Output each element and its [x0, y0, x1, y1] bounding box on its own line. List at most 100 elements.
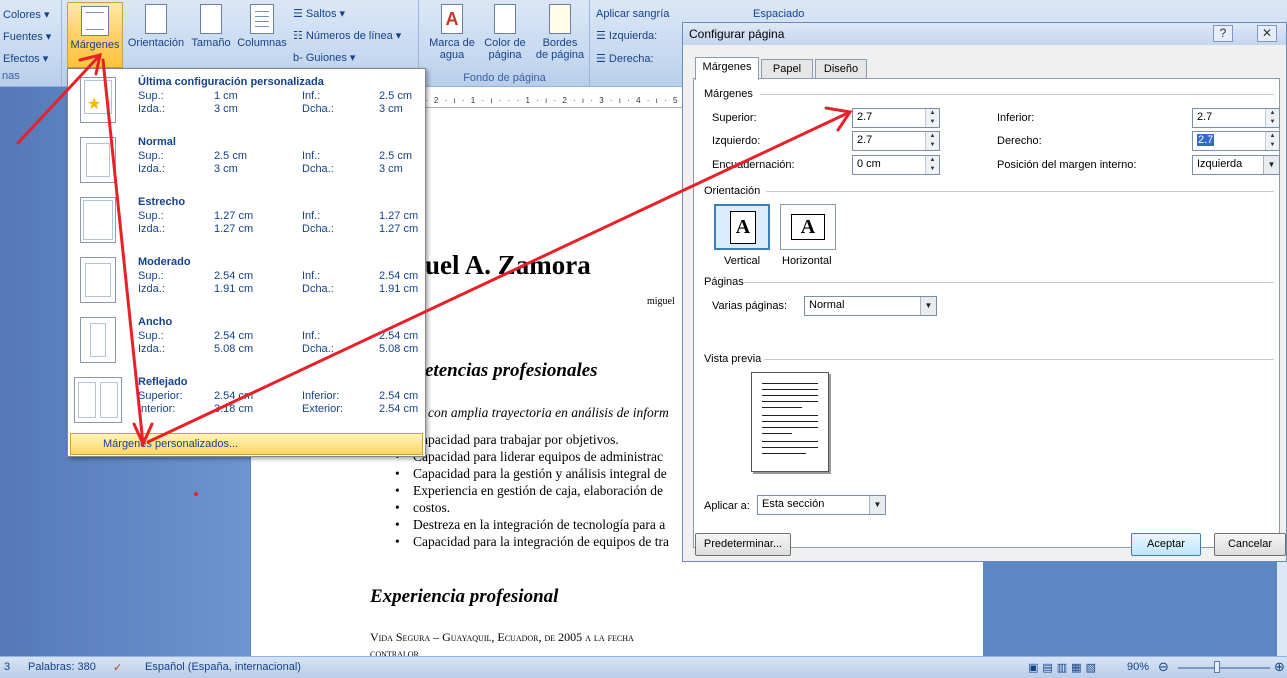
custom-margins-menu-item[interactable]: Márgenes personalizados...	[70, 433, 423, 455]
spin-arrows-icon[interactable]: ▲ ▼	[925, 156, 939, 174]
size-button[interactable]: Tamaño	[189, 4, 233, 49]
preset-value-top: 1.27 cm	[214, 210, 254, 222]
top-margin-input[interactable]: 2.7 ▲ ▼	[852, 108, 940, 128]
multiple-pages-select[interactable]: Normal ▼	[804, 296, 937, 316]
line-numbers-button[interactable]: ☷ Números de línea ▾	[293, 29, 401, 42]
theme-fonts-button[interactable]: Fuentes ▾	[3, 30, 51, 43]
orientation-icon	[145, 4, 167, 34]
preset-value-outer: 2.54 cm	[379, 403, 419, 415]
apply-to-select[interactable]: Esta sección ▼	[757, 495, 886, 515]
preset-value-right: 1.27 cm	[379, 223, 419, 235]
margin-preset-narrow[interactable]: Estrecho Sup.: 1.27 cm Inf.: 1.27 cm Izd…	[68, 191, 425, 251]
view-buttons[interactable]: ▣▤▥▦▧	[1028, 661, 1100, 674]
doc-job-line: Vida Segura – Guayaquil, Ecuador, de 200…	[370, 630, 634, 644]
margins-dropdown: ★ Última configuración personalizada Sup…	[67, 68, 426, 457]
list-item: Capacidad para la gestión y análisis int…	[391, 465, 683, 482]
indent-right-field[interactable]: ☰ Derecha:	[596, 52, 654, 65]
columns-button[interactable]: Columnas	[235, 4, 289, 49]
status-page[interactable]: 3	[4, 661, 10, 673]
chevron-down-icon[interactable]: ▼	[1263, 156, 1279, 174]
preset-label-left: Izda.:	[138, 343, 165, 355]
dialog-titlebar: Configurar página ? ✕	[683, 23, 1286, 45]
breaks-button[interactable]: ☰ Saltos ▾	[293, 7, 345, 20]
preset-value-left: 1.27 cm	[214, 223, 254, 235]
zoom-in-icon[interactable]: ⊕	[1274, 659, 1285, 675]
watermark-icon: A	[441, 4, 463, 34]
preset-label-left: Izda.:	[138, 223, 165, 235]
theme-colors-button[interactable]: Colores ▾	[3, 8, 49, 21]
tab-paper[interactable]: Papel	[761, 59, 813, 79]
preset-name: Última configuración personalizada	[138, 76, 324, 88]
orientation-section-title: Orientación	[704, 185, 1274, 197]
list-item: Capacidad para trabajar por objetivos.	[391, 431, 683, 448]
vertical-scrollbar[interactable]	[1277, 562, 1287, 656]
page-borders-button[interactable]: Bordes de página	[532, 4, 588, 61]
margin-preset-last-custom[interactable]: ★ Última configuración personalizada Sup…	[68, 71, 425, 131]
preset-label-top: Sup.:	[138, 210, 164, 222]
indent-left-field[interactable]: ☰ Izquierda:	[596, 29, 657, 42]
hyphenation-button[interactable]: b‑ Guiones ▾	[293, 51, 355, 64]
breaks-icon: ☰	[293, 8, 306, 20]
orientation-landscape-button[interactable]: A	[780, 204, 836, 250]
page-borders-label-2: de página	[535, 49, 585, 61]
preset-value-bottom: 2.54 cm	[379, 270, 419, 282]
preset-label-bottom: Inf.:	[302, 270, 321, 282]
spacing-header: Espaciado	[753, 8, 805, 20]
preset-label-top: Superior:	[138, 390, 183, 402]
left-margin-input[interactable]: 2.7 ▲ ▼	[852, 131, 940, 151]
spin-arrows-icon[interactable]: ▲ ▼	[925, 132, 939, 150]
preset-label-right: Dcha.:	[302, 223, 334, 235]
spin-arrows-icon[interactable]: ▲ ▼	[925, 109, 939, 127]
doc-heading-competencias: etencias profesionales	[425, 360, 598, 381]
list-item: Experiencia en gestión de caja, elaborac…	[391, 482, 683, 499]
page-color-button[interactable]: Color de página	[478, 4, 532, 61]
status-zoom[interactable]: 90%	[1127, 661, 1149, 673]
preset-value-top: 2.54 cm	[214, 390, 254, 402]
status-words[interactable]: Palabras: 380	[28, 661, 96, 673]
zoom-out-icon[interactable]: ⊖	[1158, 659, 1169, 675]
page-background-group: A Marca de agua Color de página Bordes d…	[420, 0, 590, 86]
ok-button[interactable]: Aceptar	[1131, 533, 1201, 556]
margin-preset-normal[interactable]: Normal Sup.: 2.5 cm Inf.: 2.5 cm Izda.: …	[68, 131, 425, 191]
margin-preset-moderate[interactable]: Moderado Sup.: 2.54 cm Inf.: 2.54 cm Izd…	[68, 251, 425, 311]
chevron-down-icon[interactable]: ▼	[869, 496, 885, 514]
preset-value-left: 3 cm	[214, 163, 238, 175]
orientation-button[interactable]: Orientación	[125, 4, 187, 49]
gutter-position-select[interactable]: Izquierda ▼	[1192, 155, 1280, 175]
right-background	[983, 562, 1287, 656]
spin-arrows-icon[interactable]: ▲ ▼	[1265, 109, 1279, 127]
zoom-slider[interactable]	[1178, 667, 1270, 669]
right-margin-input[interactable]: 2.7 ▲ ▼	[1192, 131, 1280, 151]
orientation-label: Orientación	[127, 37, 185, 49]
watermark-label-2: agua	[439, 49, 465, 61]
cancel-button[interactable]: Cancelar	[1214, 533, 1286, 556]
status-bar: 3 Palabras: 380 ✓ Español (España, inter…	[0, 656, 1287, 678]
line-numbers-icon: ☷	[293, 30, 306, 42]
spin-arrows-icon[interactable]: ▲ ▼	[1265, 132, 1279, 150]
help-button[interactable]: ?	[1213, 25, 1233, 42]
zoom-slider-thumb[interactable]	[1214, 661, 1220, 673]
status-language[interactable]: Español (España, internacional)	[145, 661, 301, 673]
preset-value-right: 1.91 cm	[379, 283, 419, 295]
margins-button[interactable]: Márgenes	[67, 2, 123, 68]
preset-thumbnail: ★	[80, 77, 116, 123]
orientation-portrait-button[interactable]: A	[714, 204, 770, 250]
watermark-button[interactable]: A Marca de agua	[424, 4, 480, 61]
margin-preset-mirrored[interactable]: Reflejado Superior: 2.54 cm Inferior: 2.…	[68, 371, 425, 431]
preset-label-outer: Exterior:	[302, 403, 343, 415]
gutter-input[interactable]: 0 cm ▲ ▼	[852, 155, 940, 175]
chevron-down-icon[interactable]: ▼	[920, 297, 936, 315]
tab-layout[interactable]: Diseño	[815, 59, 867, 79]
left-margin-value: 2.7	[857, 134, 873, 146]
theme-effects-button[interactable]: Efectos ▾	[3, 52, 48, 65]
close-button[interactable]: ✕	[1257, 25, 1277, 42]
preset-value-top: 1 cm	[214, 90, 238, 102]
horizontal-ruler[interactable]: · 2 · ı · 1 · ı · · · 1 · ı · 2 · ı · 3 …	[425, 96, 683, 108]
pages-section-title: Páginas	[704, 276, 1274, 288]
set-default-button[interactable]: Predeterminar...	[695, 533, 791, 556]
bottom-margin-input[interactable]: 2.7 ▲ ▼	[1192, 108, 1280, 128]
tab-margins[interactable]: Márgenes	[695, 57, 759, 80]
preset-name: Ancho	[138, 316, 173, 328]
spellcheck-icon[interactable]: ✓	[113, 661, 122, 674]
margin-preset-wide[interactable]: Ancho Sup.: 2.54 cm Inf.: 2.54 cm Izda.:…	[68, 311, 425, 371]
